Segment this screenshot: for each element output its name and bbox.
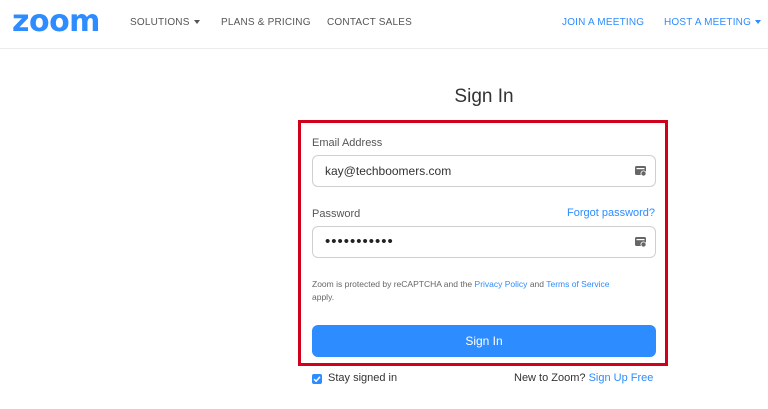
password-manager-key-icon[interactable]	[635, 236, 647, 248]
recaptcha-and: and	[529, 279, 544, 289]
signup-prompt: New to Zoom? Sign Up Free	[514, 372, 653, 384]
email-label: Email Address	[312, 137, 383, 149]
forgot-password-link[interactable]: Forgot password?	[567, 207, 655, 219]
password-manager-key-icon[interactable]	[635, 165, 647, 177]
recaptcha-notice: Zoom is protected by reCAPTCHA and the P…	[312, 278, 656, 304]
password-field[interactable]: •••••••••••	[312, 226, 656, 258]
nav-join-meeting[interactable]: JOIN A MEETING	[562, 16, 644, 30]
page-title: Sign In	[454, 86, 514, 107]
stay-signed-in-checkbox[interactable]	[312, 374, 322, 384]
nav-contact-sales[interactable]: CONTACT SALES	[327, 16, 412, 30]
recaptcha-suffix: apply.	[312, 292, 335, 302]
stay-signed-in-label[interactable]: Stay signed in	[328, 372, 397, 384]
password-label: Password	[312, 208, 361, 220]
zoom-logo[interactable]: zoom	[12, 4, 100, 40]
nav-host-meeting[interactable]: HOST A MEETING	[664, 16, 762, 30]
nav-join-meeting-label: JOIN A MEETING	[562, 17, 645, 28]
nav-plans-pricing-label: PLANS & PRICING	[221, 17, 311, 28]
top-nav-bar: zoom SOLUTIONS PLANS & PRICING CONTACT S…	[0, 0, 768, 49]
checkmark-icon	[313, 376, 321, 383]
email-field[interactable]: kay@techboomers.com	[312, 155, 656, 187]
password-value: •••••••••••	[325, 233, 394, 250]
nav-solutions[interactable]: SOLUTIONS	[130, 16, 200, 30]
chevron-down-icon	[193, 20, 200, 25]
email-value: kay@techboomers.com	[325, 164, 452, 178]
sign-up-free-link[interactable]: Sign Up Free	[589, 372, 654, 384]
nav-contact-sales-label: CONTACT SALES	[327, 17, 413, 28]
nav-host-meeting-label: HOST A MEETING	[664, 17, 752, 28]
nav-solutions-label: SOLUTIONS	[130, 17, 190, 28]
chevron-down-icon	[755, 20, 762, 25]
privacy-policy-link[interactable]: Privacy Policy	[475, 279, 528, 289]
recaptcha-prefix: Zoom is protected by reCAPTCHA and the	[312, 279, 473, 289]
nav-plans-pricing[interactable]: PLANS & PRICING	[221, 16, 311, 30]
terms-of-service-link[interactable]: Terms of Service	[546, 279, 609, 289]
new-to-zoom-text: New to Zoom?	[514, 372, 586, 384]
sign-in-button[interactable]: Sign In	[312, 325, 656, 357]
